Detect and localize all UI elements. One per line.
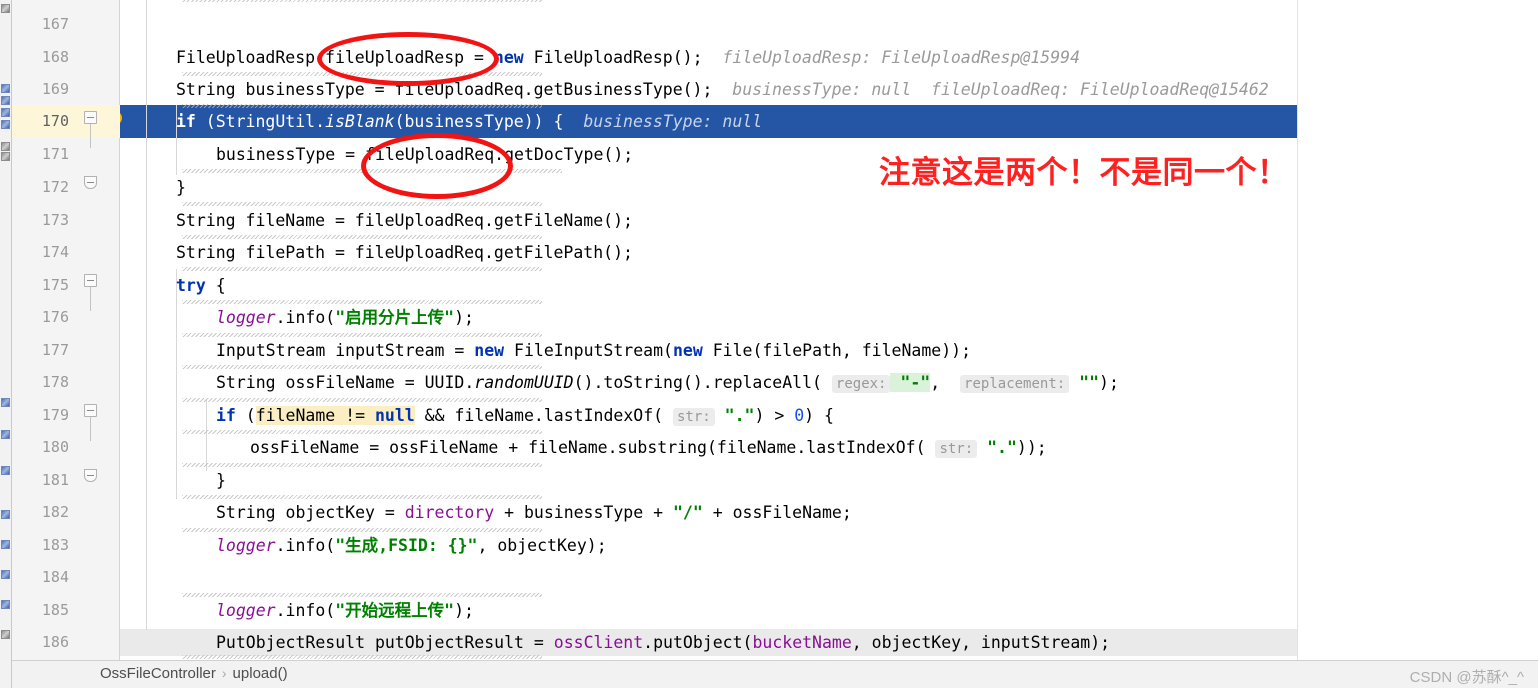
squiggle-underline [182,0,542,2]
code-line-180[interactable]: ossFileName = ossFileName + fileName.sub… [120,431,1538,464]
code-text: String objectKey = directory + businessT… [216,503,852,522]
tool-icon-database[interactable] [1,120,10,129]
code-line-184[interactable] [120,561,1538,594]
code-line-179[interactable]: if (fileName != null && fileName.lastInd… [120,399,1538,432]
code-text: logger.info("启用分片上传"); [216,308,474,327]
code-text: String ossFileName = UUID.randomUUID().t… [216,373,1119,393]
line-number[interactable]: 169 [23,73,69,106]
breadcrumb[interactable]: OssFileController › upload() [100,665,288,682]
tool-icon-maven[interactable] [1,142,10,151]
line-number-current[interactable]: 170 [23,105,69,138]
line-number[interactable]: 177 [23,334,69,367]
debug-value-hint: businessType: null [732,80,912,99]
code-line-167[interactable] [120,8,1538,41]
line-number[interactable]: 178 [23,366,69,399]
code-text: } [216,471,226,490]
code-text: businessType = fileUploadReq.getDocType(… [216,145,634,164]
inlay-hint-replacement: replacement: [960,375,1070,393]
debug-value-hint: fileUploadReq: FileUploadReq@15462 [930,80,1269,99]
editor-gutter[interactable]: 167 168 169 170 171 172 173 174 175 176 … [12,0,120,660]
line-number[interactable]: 174 [23,236,69,269]
tool-icon-project[interactable] [1,4,10,13]
code-editor[interactable]: FileUploadResp fileUploadResp = new File… [120,0,1538,660]
line-number[interactable]: 176 [23,301,69,334]
code-text: } [176,178,186,197]
code-line-183[interactable]: logger.info("生成,FSID: {}", objectKey); [120,529,1538,562]
code-text: if (StringUtil.isBlank(businessType)) { … [176,112,763,131]
code-text: InputStream inputStream = new FileInputS… [216,341,972,360]
tool-icon-git[interactable] [1,398,10,407]
line-number[interactable]: 183 [23,529,69,562]
tool-icon-bookmarks[interactable] [1,108,10,117]
fold-marker-172[interactable] [84,176,97,189]
code-text: if (fileName != null && fileName.lastInd… [216,406,834,426]
breadcrumb-separator-icon: › [221,665,227,681]
code-line-177[interactable]: InputStream inputStream = new FileInputS… [120,334,1538,367]
breadcrumb-class[interactable]: OssFileController [100,665,216,682]
inlay-hint-str: str: [673,408,715,426]
breadcrumb-method[interactable]: upload() [233,665,288,682]
bottom-status-bar: OssFileController › upload() CSDN @苏酥^_^ [0,660,1538,688]
code-line-176[interactable]: logger.info("启用分片上传"); [120,301,1538,334]
code-line-173[interactable]: String fileName = fileUploadReq.getFileN… [120,204,1538,237]
line-number[interactable]: 171 [23,138,69,171]
line-number[interactable]: 181 [23,464,69,497]
tool-icon-todo[interactable] [1,600,10,609]
line-number[interactable]: 175 [23,269,69,302]
code-line-171[interactable]: businessType = fileUploadReq.getDocType(… [120,138,1538,171]
code-line-172[interactable]: } [120,171,1538,204]
code-text: String fileName = fileUploadReq.getFileN… [176,211,633,230]
tool-icon-terminal[interactable] [1,430,10,439]
line-number[interactable]: 186 [23,626,69,659]
code-line-182[interactable]: String objectKey = directory + businessT… [120,496,1538,529]
annotation-note-text: 注意这是两个！不是同一个！ [879,155,1289,191]
line-number[interactable]: 180 [23,431,69,464]
line-number[interactable]: 182 [23,496,69,529]
fold-marker-179[interactable] [84,404,97,441]
inlay-hint-str: str: [935,440,978,458]
code-line-175[interactable]: try { [120,269,1538,302]
code-text: String filePath = fileUploadReq.getFileP… [176,243,633,262]
inlay-hint-regex: regex: [831,375,891,393]
fold-marker-170[interactable] [84,111,97,148]
tool-icon-services[interactable] [1,466,10,475]
code-line-168[interactable]: FileUploadResp fileUploadResp = new File… [120,41,1538,74]
line-number[interactable]: 168 [23,41,69,74]
left-tool-strip[interactable] [0,0,12,660]
code-text: String businessType = fileUploadReq.getB… [176,80,1269,99]
tool-icon-debug[interactable] [1,540,10,549]
watermark: CSDN @苏酥^_^ [1409,669,1524,686]
code-line-185[interactable]: logger.info("开始远程上传"); [120,594,1538,627]
tool-icon-run[interactable] [1,510,10,519]
code-line-178[interactable]: String ossFileName = UUID.randomUUID().t… [120,366,1538,399]
code-line-170[interactable]: if (StringUtil.isBlank(businessType)) { … [120,105,1538,138]
ide-window: 167 168 169 170 171 172 173 174 175 176 … [0,0,1538,688]
code-line-186[interactable]: PutObjectResult putObjectResult = ossCli… [120,626,1538,659]
code-text: ossFileName = ossFileName + fileName.sub… [250,438,1047,458]
code-text: FileUploadResp fileUploadResp = new File… [176,48,1081,67]
fold-marker-175[interactable] [84,274,97,311]
line-number[interactable]: 173 [23,204,69,237]
line-number[interactable]: 185 [23,594,69,627]
bottom-left-strip [0,660,12,688]
code-text: PutObjectResult putObjectResult = ossCli… [216,633,1111,652]
code-text: logger.info("开始远程上传"); [216,601,474,620]
debug-value-hint: fileUploadResp: FileUploadResp@15994 [722,48,1081,67]
line-number[interactable]: 184 [23,561,69,594]
code-text: logger.info("生成,FSID: {}", objectKey); [216,536,607,555]
line-number[interactable]: 172 [23,171,69,204]
code-line-174[interactable]: String filePath = fileUploadReq.getFileP… [120,236,1538,269]
code-text: try { [176,276,226,295]
tool-icon-favorites[interactable] [1,96,10,105]
tool-icon-build[interactable] [1,630,10,639]
fold-marker-181[interactable] [84,469,97,482]
debug-value-hint: businessType: null [583,112,763,131]
tool-icon-structure[interactable] [1,84,10,93]
tool-icon-gradle[interactable] [1,152,10,161]
tool-icon-problems[interactable] [1,570,10,579]
code-line-181[interactable]: } [120,464,1538,497]
line-number[interactable]: 167 [23,8,69,41]
line-number[interactable]: 179 [23,399,69,432]
code-line-169[interactable]: String businessType = fileUploadReq.getB… [120,73,1538,106]
